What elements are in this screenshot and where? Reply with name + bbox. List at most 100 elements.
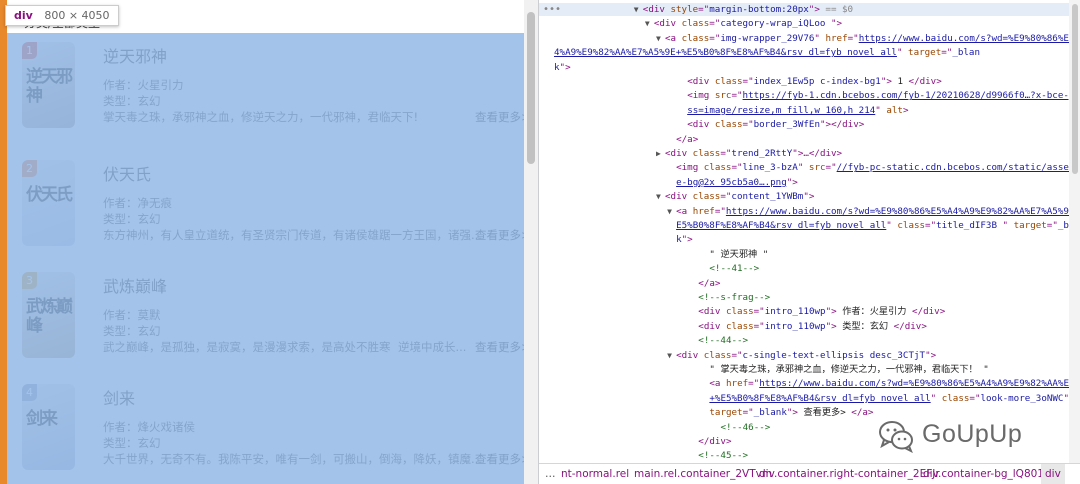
dom-node-line[interactable]: <div class="index_1Ew5p c-index-bg1"> 1 … <box>539 75 1069 88</box>
dom-node-line[interactable]: 4%A9%E9%82%AA%E7%A5%9E+%E5%B0%8F%E8%AF%B… <box>539 46 1069 59</box>
dom-token: "> <box>786 176 798 188</box>
dom-token: </div> <box>698 436 732 447</box>
dom-token: <a <box>665 32 682 44</box>
breadcrumb-item[interactable]: nt-normal.rel <box>561 464 629 484</box>
collapse-triangle-icon[interactable]: ▼ <box>667 349 676 362</box>
page-scrollbar-thumb[interactable] <box>527 12 535 164</box>
wechat-icon <box>879 421 913 453</box>
dom-token: class <box>725 320 754 332</box>
dom-token: class <box>703 349 732 361</box>
dom-node-line[interactable]: k"> <box>539 233 1069 246</box>
dom-token: class <box>692 191 721 203</box>
dom-node-line[interactable]: <!--45--> <box>539 449 1069 462</box>
breadcrumb-item[interactable]: main.rel.container_2VTvm <box>634 464 772 484</box>
dom-node-line[interactable]: <img src="https://fyb-1.cdn.bcebos.com/f… <box>539 89 1069 102</box>
dom-token: <div <box>653 18 682 30</box>
devtools-panel: ••• ▼ <div style="margin-bottom:20px"> == … <box>538 0 1080 484</box>
dom-token: <div <box>665 148 693 159</box>
dom-token: index_1Ew5p c-index-bg1 <box>753 76 881 87</box>
dom-token[interactable]: https://fyb-1.cdn.bcebos.com/fyb-1/20210… <box>743 90 1069 101</box>
dom-node-line[interactable]: E5%B0%8F%E8%AF%B4&rsv_dl=fyb_novel_all" … <box>539 219 1069 232</box>
dom-node-line[interactable]: <!--41--> <box>539 262 1069 275</box>
dom-token: </a> <box>851 407 874 419</box>
dom-node-line[interactable]: <div class="intro_110wp"> 作者：火星引力 </div> <box>539 305 1069 318</box>
devtools-scrollbar-thumb[interactable] <box>1072 4 1078 174</box>
dom-token[interactable]: +%E5%B0%8F%E8%AF%B4&rsv_dl=fyb_novel_all <box>709 393 930 404</box>
dom-node-line[interactable]: <img class="line_3-bzA" src="//fyb-pc-st… <box>539 161 1069 174</box>
dom-token: " <box>814 32 826 44</box>
dom-node-line[interactable]: <!--s-frag--> <box>539 291 1069 304</box>
dom-breadcrumbs: … nt-normal.rel main.rel.container_2VTvm d… <box>539 463 1080 484</box>
dom-token[interactable]: e-bg@2x_95cb5a0….png <box>676 177 787 188</box>
dom-tree[interactable]: ••• ▼ <div style="margin-bottom:20px"> == … <box>539 0 1069 463</box>
dom-node-line[interactable]: ▼ <div class="category-wrap_iQLoo "> <box>539 17 1069 30</box>
dom-token: " <box>1002 220 1014 231</box>
dom-token: " <box>930 392 942 404</box>
dom-node-line[interactable]: <div class="border_3WfEn"></div> <box>539 118 1069 131</box>
breadcrumb-item[interactable]: div.container.right-container_2EFJr <box>759 464 940 484</box>
dom-node-line[interactable]: k"> <box>539 61 1069 74</box>
dom-token: =" <box>753 320 765 332</box>
breadcrumb-item[interactable]: div.container-bg_lQ801 <box>923 464 1044 484</box>
dom-token[interactable]: https://www.baidu.com/s?wd=%E9%80%86%E5%… <box>859 33 1069 44</box>
dom-token: =" <box>1046 220 1058 231</box>
breadcrumb-overflow[interactable]: … <box>545 464 556 484</box>
dom-node-line[interactable]: ▼ <div class="content_1YWBm"> <box>539 190 1069 203</box>
dom-token: look-more_3oNWC <box>980 392 1064 404</box>
dom-token: == $0 <box>819 4 854 15</box>
dom-token: =" <box>825 162 837 174</box>
dom-token: <div <box>665 191 693 203</box>
collapse-triangle-icon[interactable]: ▼ <box>634 3 643 16</box>
dom-node-line[interactable]: ▼ <a href="https://www.baidu.com/s?wd=%E9… <box>539 205 1069 218</box>
dom-node-line[interactable]: </a> <box>539 277 1069 290</box>
dom-token: </div> <box>912 306 946 318</box>
collapse-triangle-icon[interactable]: ▼ <box>667 205 676 218</box>
dom-token: =" <box>941 47 953 59</box>
dom-token: <div <box>698 306 726 318</box>
dom-node-line[interactable]: <a href="https://www.baidu.com/s?wd=%E9%… <box>539 377 1069 390</box>
dom-token: "> <box>786 407 804 419</box>
dom-node-line[interactable]: </a> <box>539 133 1069 146</box>
dom-node-line[interactable]: <!--44--> <box>539 334 1069 347</box>
dom-node-line[interactable]: +%E5%B0%8F%E8%AF%B4&rsv_dl=fyb_novel_all… <box>539 392 1069 405</box>
dom-token: <!--45--> <box>698 450 749 462</box>
dom-token: " 逆天邪神 " <box>709 248 769 260</box>
dom-token: class <box>692 148 721 159</box>
dom-token: "> <box>681 234 693 246</box>
dom-token: border_3WfEn <box>753 119 820 131</box>
dom-token[interactable]: 4%A9%E9%82%AA%E7%A5%9E+%E5%B0%8F%E8%AF%B… <box>554 47 897 58</box>
dom-token[interactable]: //fyb-pc-static.cdn.bcebos.com/static/as… <box>837 162 1069 173</box>
dom-token: target <box>1013 220 1047 231</box>
collapse-triangle-icon[interactable]: ▼ <box>645 17 654 30</box>
dom-node-line[interactable]: ▶ <div class="trend_2RttY">…</div> <box>539 147 1069 160</box>
dom-token[interactable]: https://www.baidu.com/s?wd=%E9%80%86%E5%… <box>759 378 1069 389</box>
dom-token: =" <box>714 205 726 217</box>
dom-token: "> <box>925 349 937 361</box>
collapse-triangle-icon[interactable]: ▼ <box>656 190 665 203</box>
dom-token: class <box>941 392 970 404</box>
dom-token: " <box>875 104 887 116</box>
dom-node-line[interactable]: " 逆天邪神 " <box>539 248 1069 261</box>
dom-token: =" <box>969 392 981 404</box>
dom-token: " 掌天毒之珠，承邪神之血，修逆天之力，一代邪神，君临天下！ " <box>709 364 989 375</box>
element-tooltip: div 800 × 4050 <box>5 5 119 26</box>
dom-token: > <box>902 104 909 116</box>
dom-node-line[interactable]: e-bg@2x_95cb5a0….png"> <box>539 176 1069 189</box>
dom-node-line[interactable]: ▼ <a class="img-wrapper_29V76" href="http… <box>539 32 1069 45</box>
dom-token: "> <box>559 61 571 73</box>
collapse-triangle-icon[interactable]: ▼ <box>656 32 665 45</box>
dom-token[interactable]: ss=image/resize,m_fill,w_160,h_214 <box>687 105 875 116</box>
dom-node-line[interactable]: target="_blank"> 查看更多> </a> <box>539 406 1069 419</box>
dom-node-line[interactable]: " 掌天毒之珠，承邪神之血，修逆天之力，一代邪神，君临天下！ " <box>539 363 1069 376</box>
breadcrumb-item[interactable]: div <box>1041 464 1065 484</box>
dom-token[interactable]: https://www.baidu.com/s?wd=%E9%80%86%E5%… <box>726 206 1069 217</box>
dom-token: </a> <box>676 133 699 145</box>
dom-token[interactable]: E5%B0%8F%E8%AF%B4&rsv_dl=fyb_novel_all <box>676 220 886 231</box>
expand-triangle-icon[interactable]: ▶ <box>656 147 665 160</box>
dom-node-selected[interactable]: ••• ▼ <div style="margin-bottom:20px"> == … <box>539 3 1069 16</box>
node-actions-dots[interactable]: ••• <box>543 3 561 16</box>
dom-token: =" <box>742 407 754 419</box>
dom-node-line[interactable]: ▼ <div class="c-single-text-ellipsis desc… <box>539 349 1069 362</box>
dom-node-line[interactable]: <div class="intro_110wp"> 类型：玄幻 </div> <box>539 320 1069 333</box>
dom-node-line[interactable]: ss=image/resize,m_fill,w_160,h_214" alt> <box>539 104 1069 117</box>
